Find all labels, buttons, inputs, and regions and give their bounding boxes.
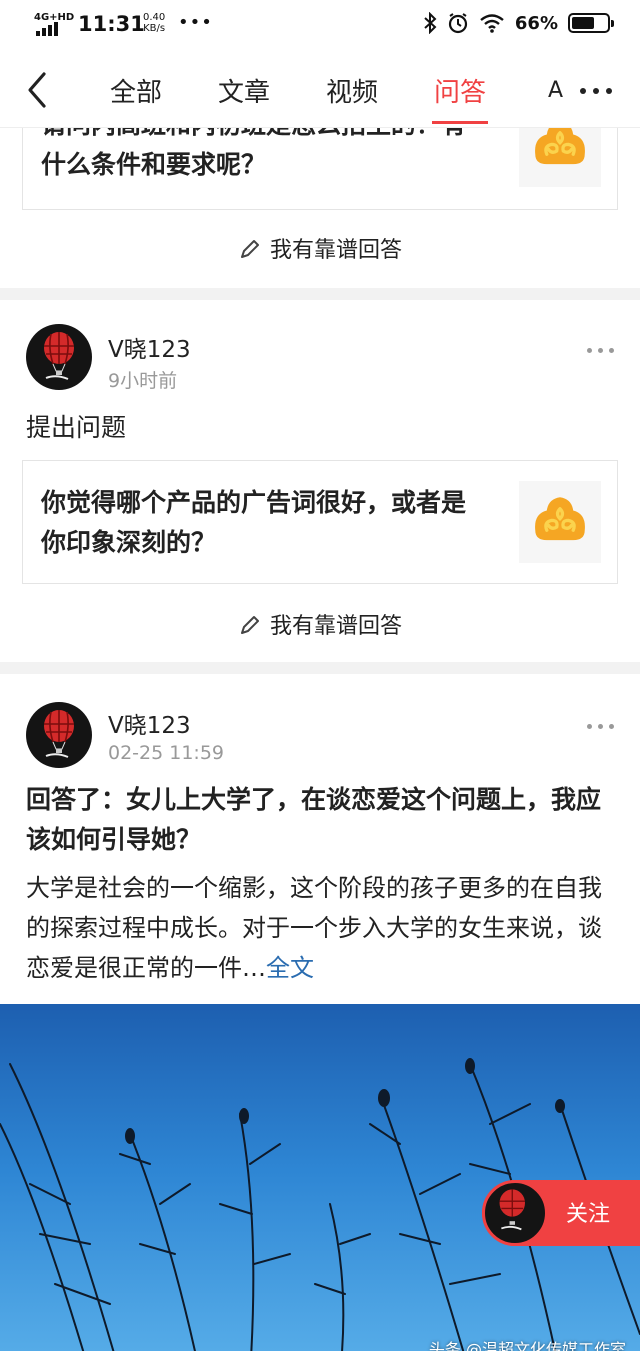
question-text: 请问内高班和内初班是怎么招生的？有什么条件和要求呢？ xyxy=(41,128,466,179)
qa-logo-icon xyxy=(519,481,601,563)
watermark: 头条 @温超文化传媒工作室 xyxy=(428,1340,626,1351)
answer-label: 我有靠谱回答 xyxy=(269,238,402,263)
action-label: 提出问题 xyxy=(26,413,127,442)
pencil-icon xyxy=(240,616,259,634)
feed: 请问内高班和内初班是怎么招生的？有什么条件和要求呢？ 我有靠谱回答 V晓123 … xyxy=(0,128,640,1351)
feed-card-question: V晓123 9小时前 提出问题 你觉得哪个产品的广告词很好，或者是你印象深刻的？… xyxy=(0,300,640,662)
network-speed: 0.40 KB/s xyxy=(143,12,166,34)
answer-title[interactable]: 回答了：女儿上大学了，在谈恋爱这个问题上，我应该如何引导她？ xyxy=(26,780,614,860)
avatar xyxy=(482,1180,548,1246)
avatar[interactable] xyxy=(26,324,92,390)
username[interactable]: V晓123 xyxy=(108,706,191,740)
tab-articles[interactable]: 文章 xyxy=(218,72,270,124)
top-nav: 全部 文章 视频 问答 A xyxy=(0,52,640,128)
wifi-icon xyxy=(480,14,504,33)
answer-button[interactable]: 我有靠谱回答 xyxy=(0,608,640,640)
plant-silhouette-image xyxy=(0,1058,640,1351)
chevron-left-icon[interactable] xyxy=(22,70,54,110)
question-text: 你觉得哪个产品的广告词很好，或者是你印象深刻的？ xyxy=(41,488,467,557)
question-box[interactable]: 请问内高班和内初班是怎么招生的？有什么条件和要求呢？ xyxy=(22,128,618,210)
pencil-icon xyxy=(240,240,259,258)
notification-dots: ••• xyxy=(178,12,213,33)
full-text-link[interactable]: 全文 xyxy=(266,954,314,982)
answer-photo[interactable]: 头条 @温超文化传媒工作室 xyxy=(0,1004,640,1351)
battery-percent: 66% xyxy=(514,12,558,34)
question-box[interactable]: 你觉得哪个产品的广告词很好，或者是你印象深刻的？ xyxy=(22,460,618,584)
answer-label: 我有靠谱回答 xyxy=(269,614,402,639)
answer-excerpt[interactable]: 大学是社会的一个缩影，这个阶段的孩子更多的在自我的探索过程中成长。对于一个步入大… xyxy=(26,868,616,988)
tab-bar: 全部 文章 视频 问答 xyxy=(110,72,542,124)
more-dots-icon[interactable] xyxy=(587,348,614,353)
battery-icon xyxy=(568,13,614,33)
qa-logo-icon xyxy=(519,128,601,187)
clock: 11:31 xyxy=(78,12,145,36)
post-time: 9小时前 xyxy=(108,370,178,392)
bluetooth-icon xyxy=(424,12,437,34)
tab-qa[interactable]: 问答 xyxy=(432,72,489,124)
signal-icon xyxy=(36,22,58,36)
follow-button[interactable]: 关注 xyxy=(482,1180,640,1246)
tab-videos[interactable]: 视频 xyxy=(326,72,378,124)
more-dots-icon[interactable] xyxy=(580,88,612,94)
post-time: 02-25 11:59 xyxy=(108,742,225,764)
avatar[interactable] xyxy=(26,702,92,768)
answer-button[interactable]: 我有靠谱回答 xyxy=(0,232,640,264)
username[interactable]: V晓123 xyxy=(108,330,191,364)
alarm-icon xyxy=(448,13,468,34)
answer-body-text: 大学是社会的一个缩影，这个阶段的孩子更多的在自我的探索过程中成长。对于一个步入大… xyxy=(26,874,602,982)
more-dots-icon[interactable] xyxy=(587,724,614,729)
follow-label: 关注 xyxy=(566,1202,611,1227)
status-bar: 4G+HD 11:31 0.40 KB/s ••• 66% xyxy=(0,0,640,52)
feed-card-answer: V晓123 02-25 11:59 回答了：女儿上大学了，在谈恋爱这个问题上，我… xyxy=(0,674,640,1351)
feed-card-question-partial: 请问内高班和内初班是怎么招生的？有什么条件和要求呢？ 我有靠谱回答 xyxy=(0,128,640,288)
tab-peek[interactable]: A xyxy=(548,78,563,103)
tab-all[interactable]: 全部 xyxy=(110,72,162,124)
